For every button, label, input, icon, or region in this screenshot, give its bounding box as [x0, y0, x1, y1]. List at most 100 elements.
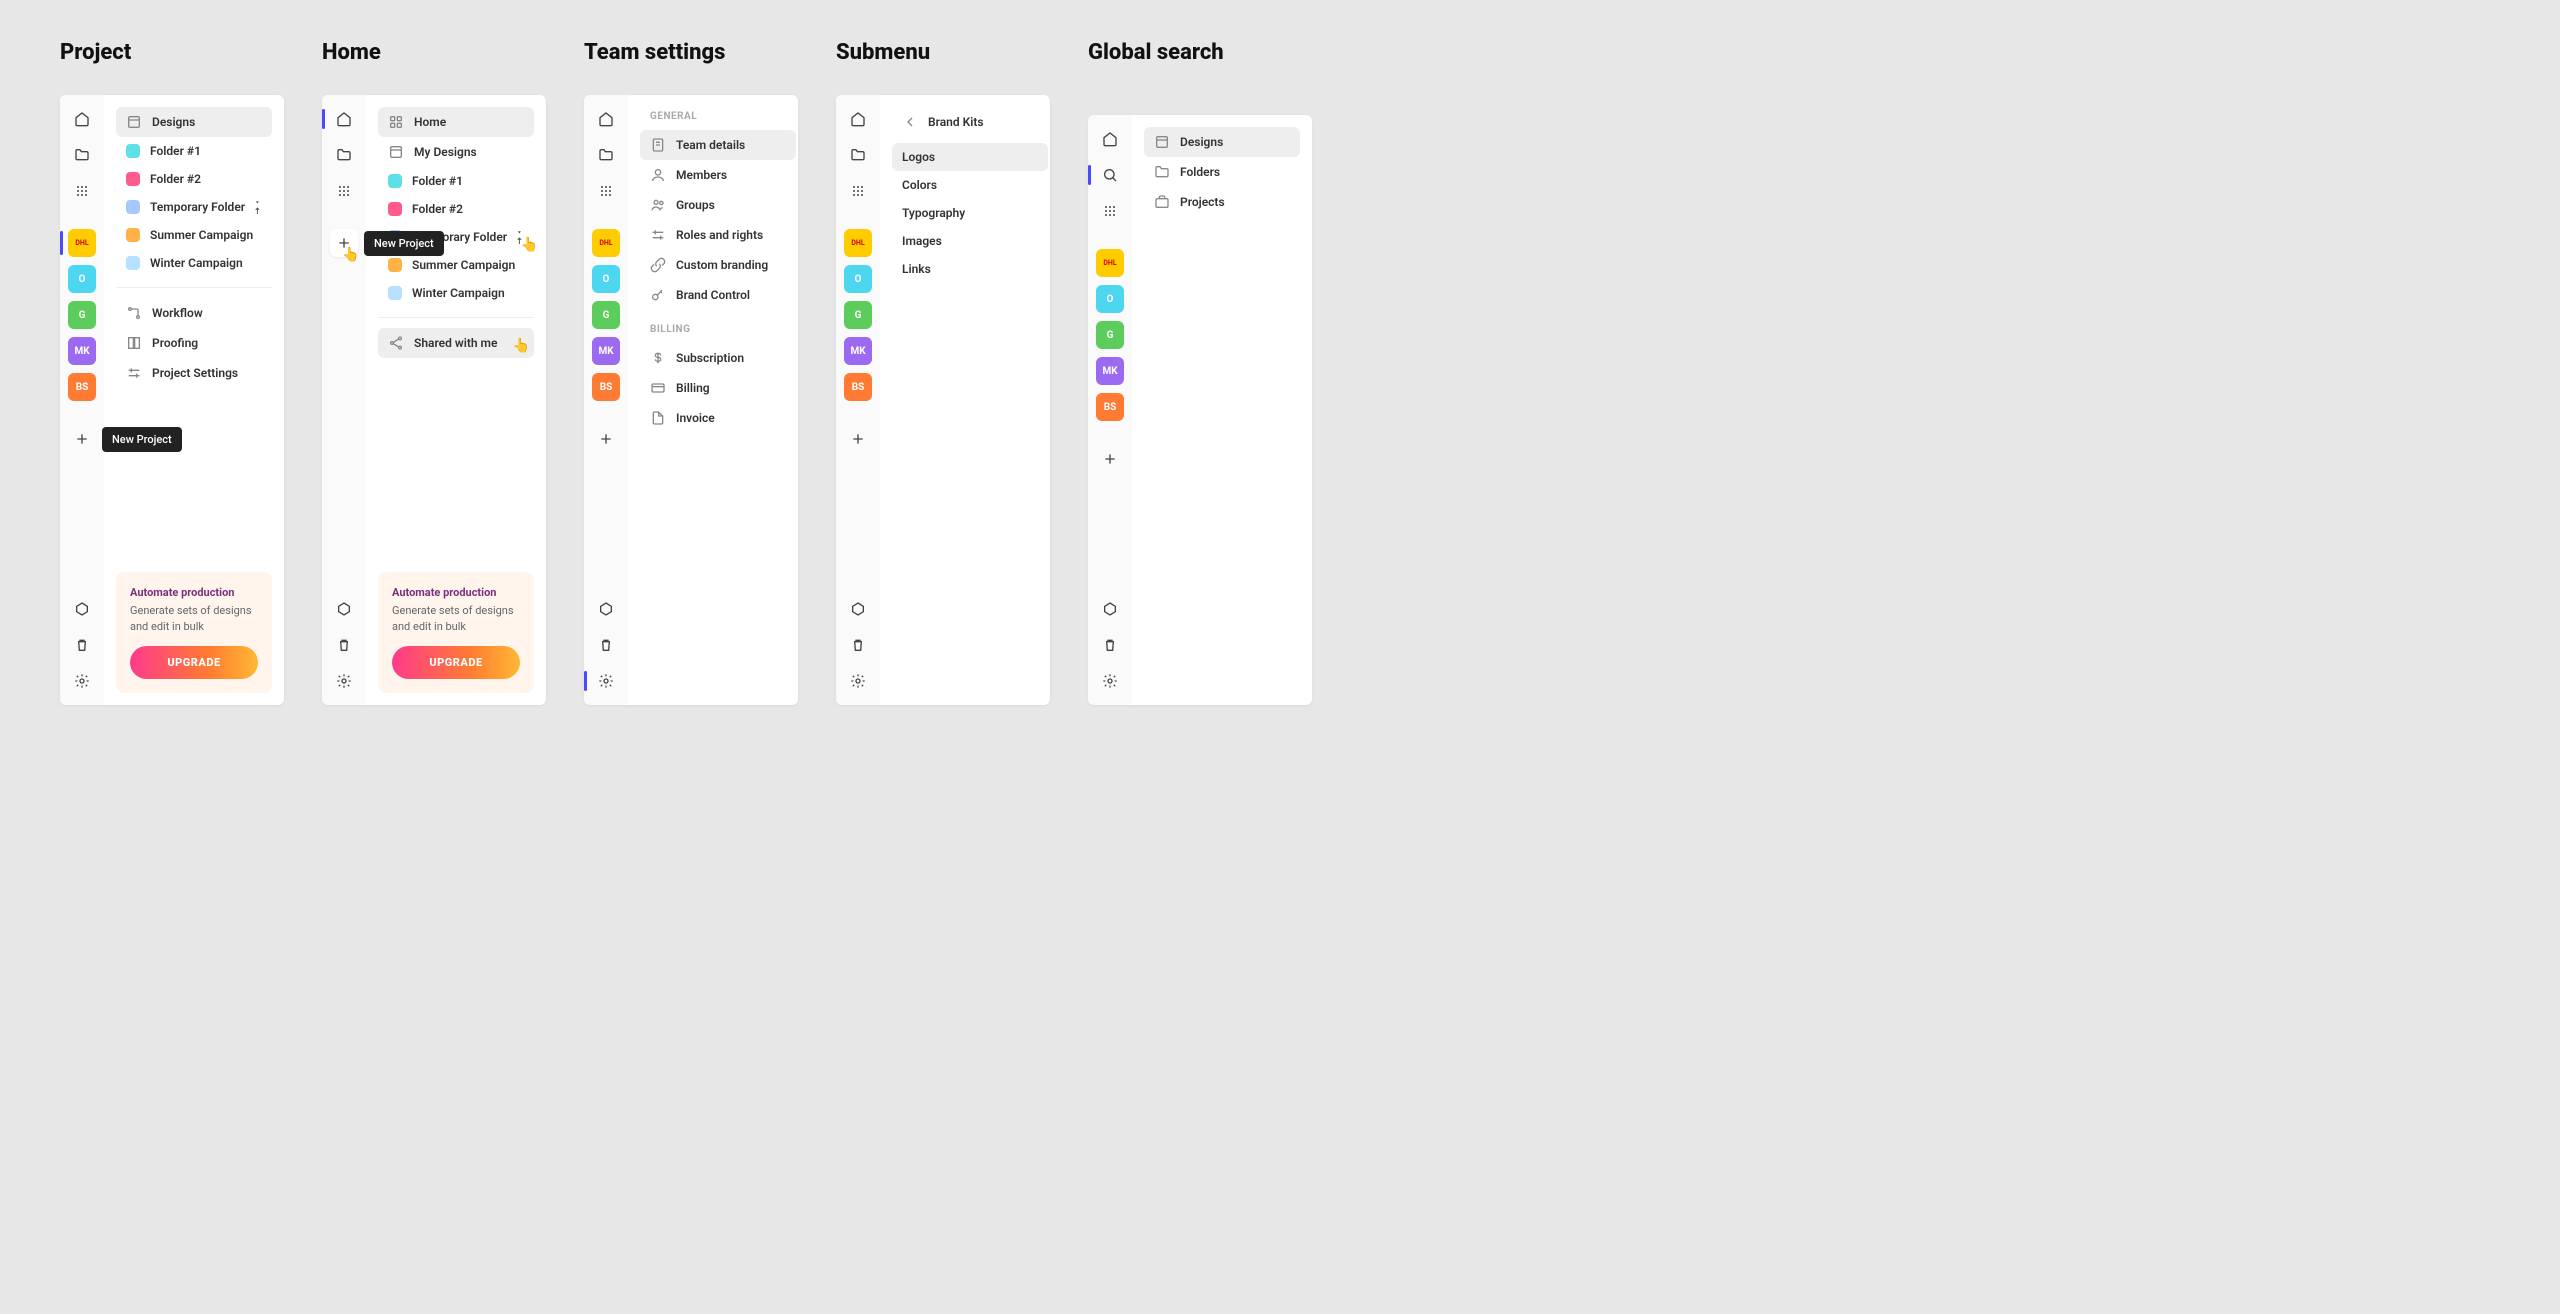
trash-icon[interactable] [1096, 631, 1124, 659]
grid-icon[interactable] [844, 177, 872, 205]
folder-icon[interactable] [68, 141, 96, 169]
add-button[interactable] [1096, 445, 1124, 473]
nav-folder-2[interactable]: Folder #2 [116, 165, 272, 193]
workspace-chip-bs[interactable]: BS [592, 373, 620, 401]
pin-icon[interactable] [248, 198, 264, 217]
nav-subscription[interactable]: Subscription [640, 343, 796, 373]
folder-icon[interactable] [330, 141, 358, 169]
workspace-chip-g[interactable]: G [1096, 321, 1124, 349]
trash-icon[interactable] [330, 631, 358, 659]
workspace-chip-o[interactable]: O [844, 265, 872, 293]
grid-icon[interactable] [592, 177, 620, 205]
shape-icon[interactable] [844, 595, 872, 623]
link-icon [650, 257, 666, 273]
folder-icon[interactable] [592, 141, 620, 169]
workspace-chip-mk[interactable]: MK [844, 337, 872, 365]
nav-roles-rights[interactable]: Roles and rights [640, 220, 796, 250]
grid-icon[interactable] [330, 177, 358, 205]
trash-icon[interactable] [68, 631, 96, 659]
nav-groups[interactable]: Groups [640, 190, 796, 220]
back-brand-kits[interactable]: Brand Kits [892, 107, 1048, 137]
nav-invoice[interactable]: Invoice [640, 403, 796, 433]
home-icon[interactable] [1096, 125, 1124, 153]
search-icon[interactable] [1096, 161, 1124, 189]
home-icon[interactable] [844, 105, 872, 133]
workspace-chip-o[interactable]: O [1096, 285, 1124, 313]
upgrade-button[interactable]: UPGRADE [130, 646, 258, 679]
shape-icon[interactable] [592, 595, 620, 623]
workspace-chip-dhl[interactable]: DHL [592, 229, 620, 257]
workflow-icon [126, 305, 142, 321]
nav-search-folders[interactable]: Folders [1144, 157, 1300, 187]
pin-icon[interactable] [510, 228, 526, 247]
nav-workflow[interactable]: Workflow [116, 298, 272, 328]
nav-home[interactable]: Home [378, 107, 534, 137]
gear-icon[interactable] [68, 667, 96, 695]
workspace-chip-g[interactable]: G [844, 301, 872, 329]
workspace-chip-mk[interactable]: MK [1096, 357, 1124, 385]
nav-images[interactable]: Images [892, 227, 1048, 255]
gear-icon[interactable] [330, 667, 358, 695]
nav-search-projects[interactable]: Projects [1144, 187, 1300, 217]
nav-billing[interactable]: Billing [640, 373, 796, 403]
nav-folder-1[interactable]: Folder #1 [378, 167, 534, 195]
upgrade-button[interactable]: UPGRADE [392, 646, 520, 679]
column-title-team: Team settings [584, 40, 798, 65]
nav-members[interactable]: Members [640, 160, 796, 190]
nav-winter-campaign[interactable]: Winter Campaign [378, 279, 534, 307]
nav-folder-2[interactable]: Folder #2 [378, 195, 534, 223]
add-button[interactable] [844, 425, 872, 453]
folder-color-icon [388, 258, 402, 272]
folder-icon[interactable] [844, 141, 872, 169]
grid-icon[interactable] [1096, 197, 1124, 225]
nav-custom-branding[interactable]: Custom branding [640, 250, 796, 280]
workspace-chip-dhl[interactable]: DHL [68, 229, 96, 257]
workspace-chip-o[interactable]: O [592, 265, 620, 293]
home-icon[interactable] [68, 105, 96, 133]
nav-team-details[interactable]: Team details [640, 130, 796, 160]
section-label-billing: BILLING [640, 320, 796, 343]
nav-logos[interactable]: Logos [892, 143, 1048, 171]
gear-icon[interactable] [1096, 667, 1124, 695]
nav-project-settings[interactable]: Project Settings [116, 358, 272, 388]
workspace-chip-o[interactable]: O [68, 265, 96, 293]
sliders-icon [126, 365, 142, 381]
gear-icon[interactable] [844, 667, 872, 695]
workspace-chip-dhl[interactable]: DHL [844, 229, 872, 257]
add-button[interactable]: New Project 👆 [330, 229, 358, 257]
gear-icon[interactable] [592, 667, 620, 695]
add-button[interactable] [592, 425, 620, 453]
user-icon [650, 167, 666, 183]
add-button[interactable]: New Project [68, 425, 96, 453]
workspace-chip-bs[interactable]: BS [68, 373, 96, 401]
workspace-chip-dhl[interactable]: DHL [1096, 249, 1124, 277]
nav-designs[interactable]: Designs [116, 107, 272, 137]
workspace-chip-g[interactable]: G [592, 301, 620, 329]
nav-winter-campaign[interactable]: Winter Campaign [116, 249, 272, 277]
grid-icon[interactable] [68, 177, 96, 205]
nav-summer-campaign[interactable]: Summer Campaign [116, 221, 272, 249]
shape-icon[interactable] [68, 595, 96, 623]
workspace-chip-bs[interactable]: BS [1096, 393, 1124, 421]
home-icon[interactable] [330, 105, 358, 133]
nav-folder-1[interactable]: Folder #1 [116, 137, 272, 165]
workspace-chip-bs[interactable]: BS [844, 373, 872, 401]
trash-icon[interactable] [844, 631, 872, 659]
nav-shared-with-me[interactable]: Shared with me👆 [378, 328, 534, 358]
dollar-icon [650, 350, 666, 366]
home-icon[interactable] [592, 105, 620, 133]
nav-colors[interactable]: Colors [892, 171, 1048, 199]
workspace-chip-mk[interactable]: MK [592, 337, 620, 365]
workspace-chip-g[interactable]: G [68, 301, 96, 329]
nav-links[interactable]: Links [892, 255, 1048, 283]
trash-icon[interactable] [592, 631, 620, 659]
nav-temporary-folder[interactable]: Temporary Folder [116, 193, 272, 221]
nav-brand-control[interactable]: Brand Control [640, 280, 796, 310]
workspace-chip-mk[interactable]: MK [68, 337, 96, 365]
nav-search-designs[interactable]: Designs [1144, 127, 1300, 157]
shape-icon[interactable] [1096, 595, 1124, 623]
nav-proofing[interactable]: Proofing [116, 328, 272, 358]
nav-my-designs[interactable]: My Designs [378, 137, 534, 167]
shape-icon[interactable] [330, 595, 358, 623]
nav-typography[interactable]: Typography [892, 199, 1048, 227]
